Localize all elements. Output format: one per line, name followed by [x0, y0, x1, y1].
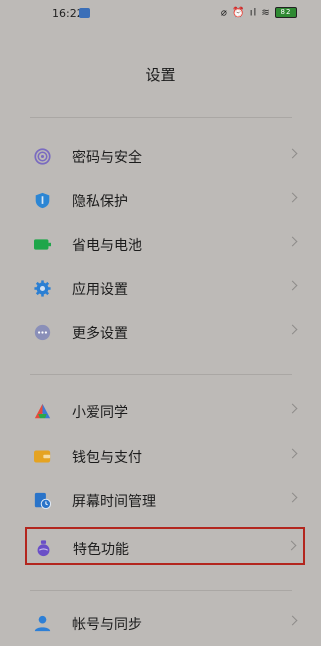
settings-item-label: 更多设置 [72, 326, 128, 342]
settings-item-battery[interactable]: 省电与电池 [24, 223, 306, 267]
settings-item-password-security[interactable]: 密码与安全 [24, 135, 306, 179]
settings-item-account-sync[interactable]: 帐号与同步 [24, 602, 306, 646]
shield-icon [35, 192, 50, 209]
section-divider [30, 590, 292, 591]
settings-item-label: 小爱同学 [72, 405, 128, 421]
settings-item-label: 应用设置 [72, 282, 128, 298]
settings-item-screen-time[interactable]: 屏幕时间管理 [24, 479, 306, 523]
settings-item-label: 钱包与支付 [72, 450, 142, 466]
chevron-right-icon [287, 492, 298, 503]
settings-item-app-settings[interactable]: 应用设置 [24, 267, 306, 311]
section-divider [30, 374, 292, 375]
section-divider [30, 117, 292, 118]
settings-item-label: 屏幕时间管理 [72, 494, 156, 510]
chevron-right-icon [287, 280, 298, 291]
chevron-right-icon [287, 403, 298, 414]
fingerprint-icon [34, 148, 51, 165]
status-indicator-icons: ⌀ ⏰ ıl ≋ [220, 7, 271, 19]
battery-icon: 82 [275, 7, 297, 18]
chevron-right-icon [287, 615, 298, 626]
gear-icon [34, 280, 51, 297]
account-icon [34, 615, 51, 632]
chevron-right-icon [287, 324, 298, 335]
more-dots-icon [34, 324, 51, 341]
settings-item-wallet[interactable]: 钱包与支付 [24, 435, 306, 479]
chevron-right-icon [286, 540, 297, 551]
settings-item-label: 隐私保护 [72, 194, 128, 210]
screen-time-icon [34, 492, 51, 509]
battery-icon [34, 239, 51, 250]
chevron-right-icon [287, 148, 298, 159]
settings-item-label: 省电与电池 [72, 238, 142, 254]
chevron-right-icon [287, 192, 298, 203]
settings-item-more-settings[interactable]: 更多设置 [24, 311, 306, 355]
settings-item-label: 密码与安全 [72, 150, 142, 166]
xiaoai-icon [34, 403, 51, 419]
settings-item-special-features[interactable]: 特色功能 [25, 527, 305, 565]
settings-item-label: 帐号与同步 [72, 617, 142, 633]
app-notification-icon [79, 8, 90, 18]
settings-item-xiaoai[interactable]: 小爱同学 [24, 390, 306, 434]
settings-item-privacy[interactable]: 隐私保护 [24, 179, 306, 223]
wallet-icon [34, 450, 51, 463]
potion-icon [37, 540, 50, 557]
settings-item-label: 特色功能 [73, 542, 129, 558]
page-title: 设置 [145, 66, 176, 84]
status-bar: 16:22 ⌀ ⏰ ıl ≋ 82 [0, 0, 321, 28]
chevron-right-icon [287, 236, 298, 247]
chevron-right-icon [287, 448, 298, 459]
status-indicators: ⌀ ⏰ ıl ≋ 82 [221, 7, 297, 19]
